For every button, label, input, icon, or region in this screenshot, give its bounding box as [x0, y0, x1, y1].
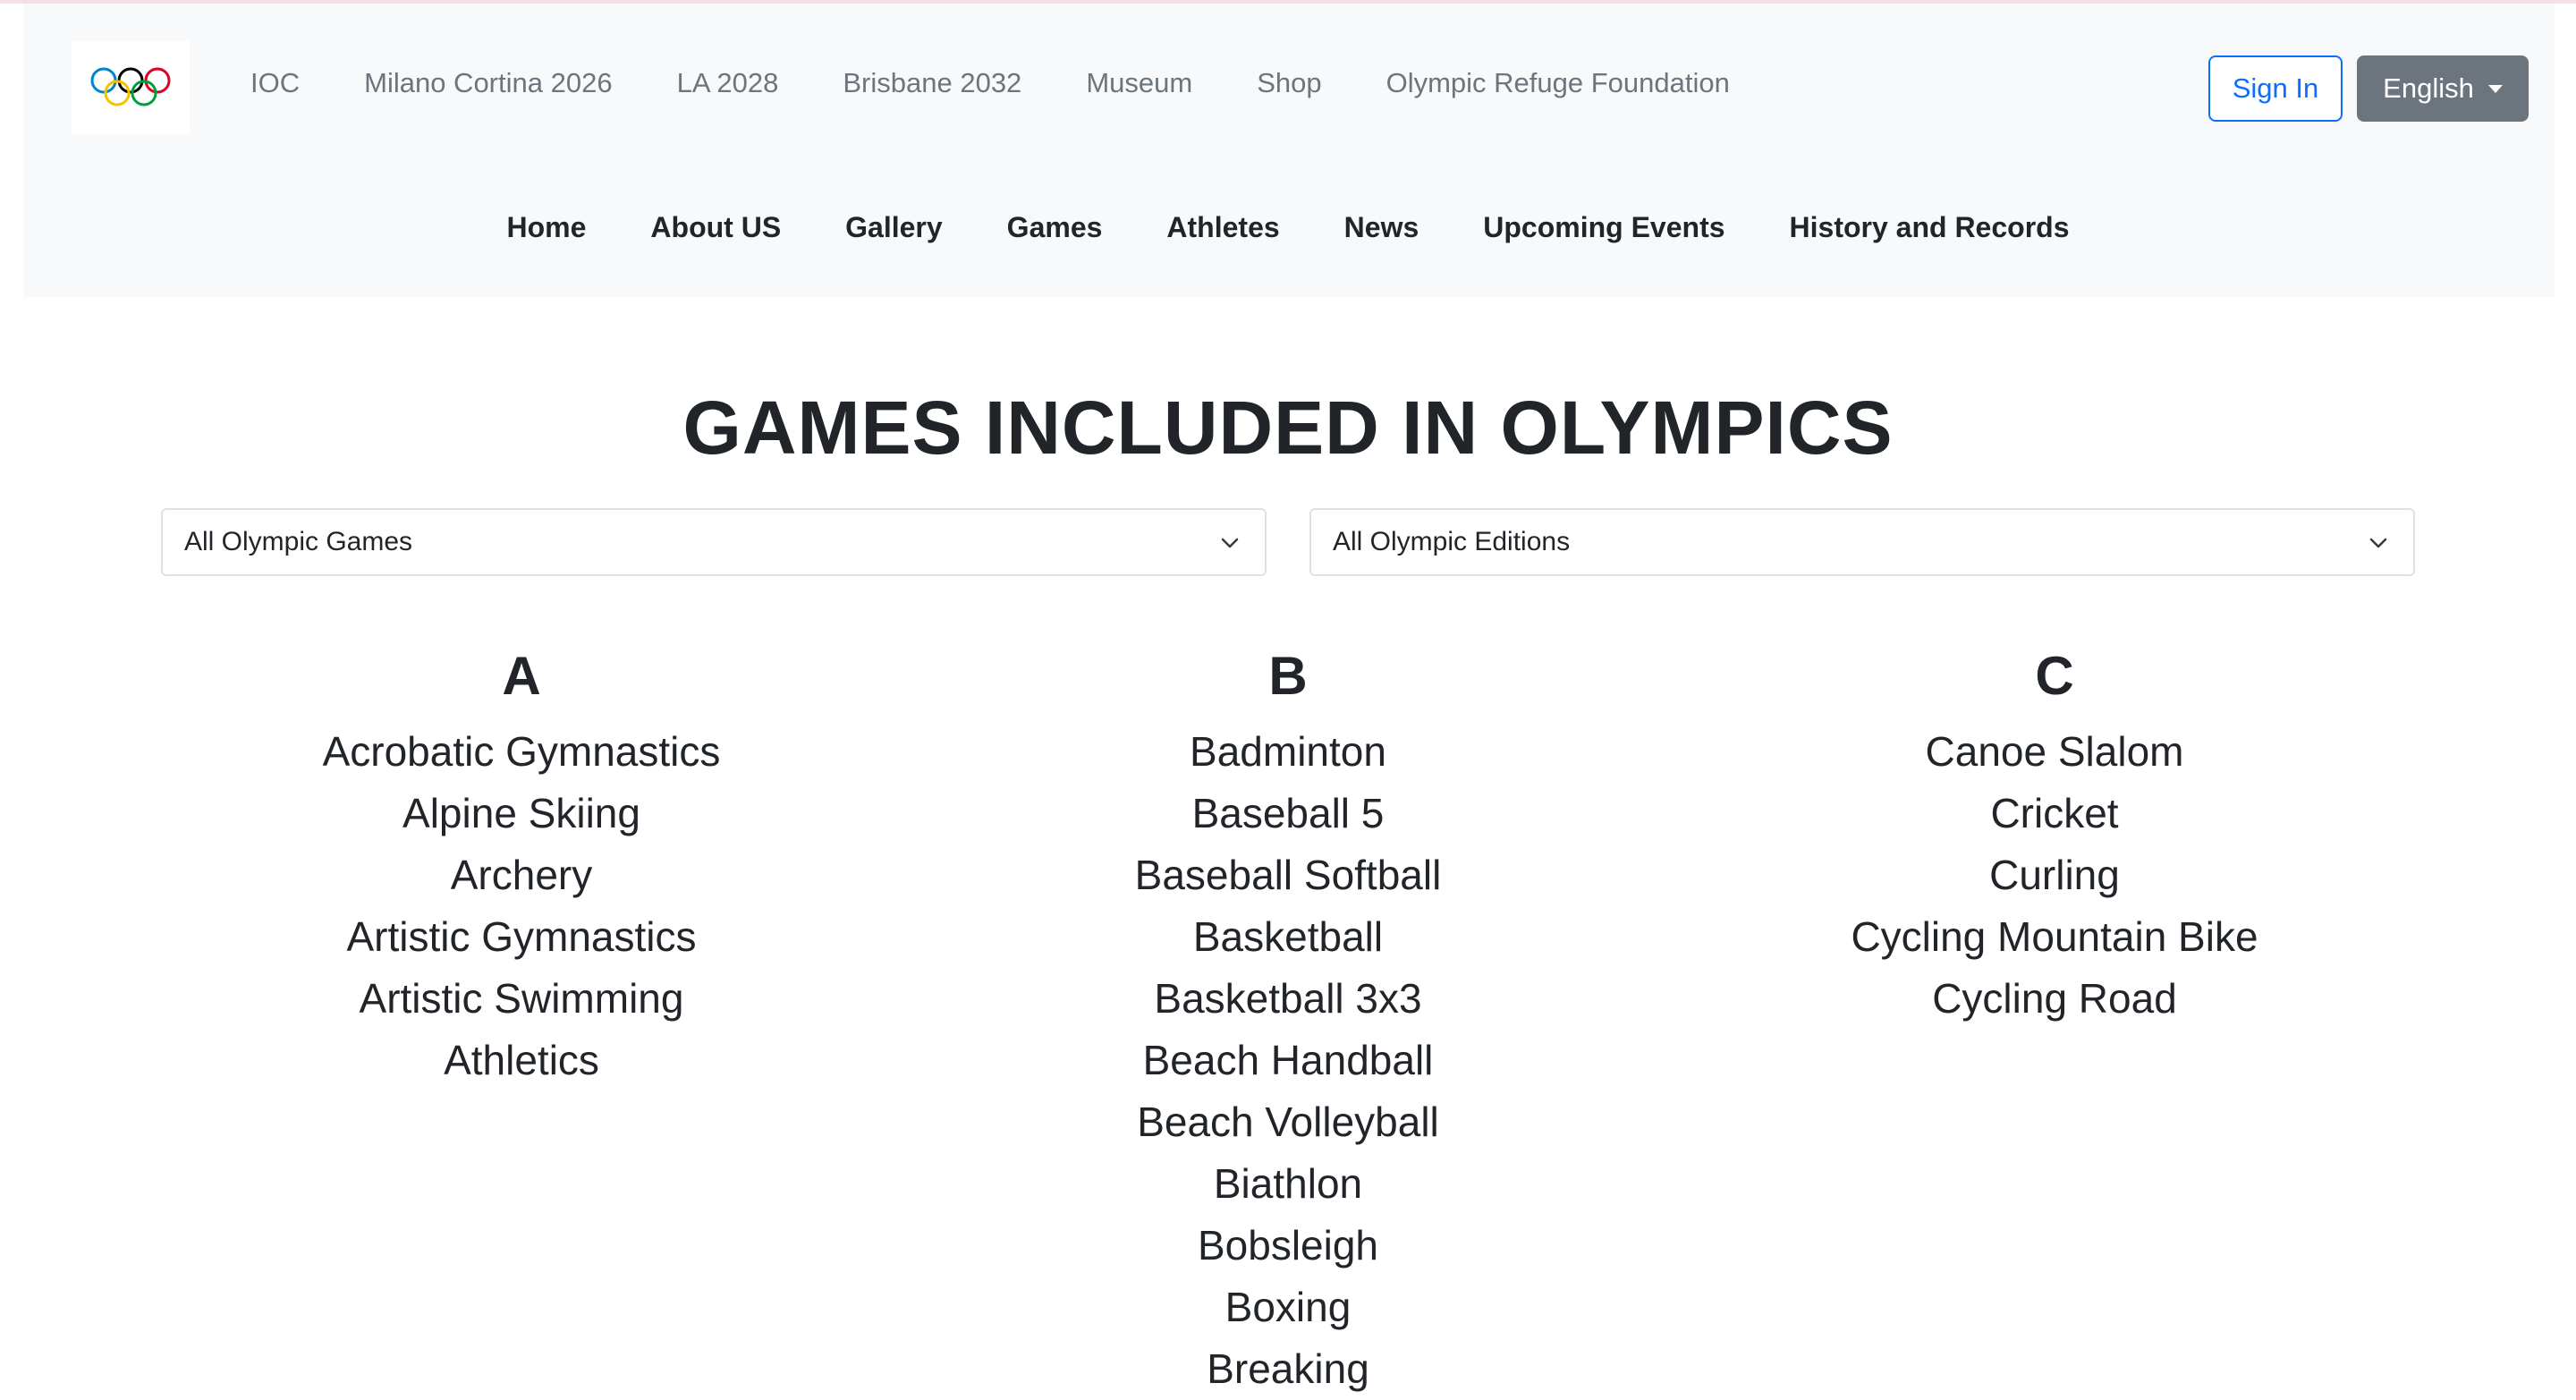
sport-item[interactable]: Canoe Slalom	[1670, 721, 2439, 783]
sport-item[interactable]: Artistic Swimming	[137, 968, 906, 1030]
caret-down-icon	[2487, 84, 2503, 93]
letter-heading: C	[2035, 646, 2074, 706]
sport-item[interactable]: Badminton	[903, 721, 1673, 783]
top-link-shop[interactable]: Shop	[1257, 67, 1321, 99]
sport-item[interactable]: Boxing	[903, 1277, 1673, 1338]
language-dropdown-button[interactable]: English	[2357, 55, 2529, 122]
sport-item[interactable]: Biathlon	[903, 1153, 1673, 1215]
chevron-down-icon	[1221, 538, 1239, 548]
nav-home[interactable]: Home	[507, 211, 587, 244]
top-link-olympic-refuge-foundation[interactable]: Olympic Refuge Foundation	[1386, 67, 1730, 99]
sport-item[interactable]: Basketball	[903, 906, 1673, 968]
sport-item[interactable]: Curling	[1670, 844, 2439, 906]
sport-item[interactable]: Breaking	[903, 1338, 1673, 1400]
sport-item[interactable]: Cycling Mountain Bike	[1670, 906, 2439, 968]
olympic-rings-icon	[90, 67, 171, 106]
games-filter-select[interactable]: All Olympic Games	[161, 508, 1267, 576]
letter-column-b: B Badminton Baseball 5 Baseball Softball…	[903, 641, 1673, 1400]
letter-heading: A	[502, 646, 541, 706]
nav-upcoming-events[interactable]: Upcoming Events	[1483, 211, 1724, 244]
main-nav: Home About US Gallery Games Athletes New…	[0, 211, 2576, 244]
sport-item[interactable]: Beach Handball	[903, 1030, 1673, 1091]
top-link-museum[interactable]: Museum	[1086, 67, 1192, 99]
editions-filter-value: All Olympic Editions	[1333, 527, 1571, 556]
chevron-down-icon	[2369, 538, 2387, 548]
nav-history-and-records[interactable]: History and Records	[1790, 211, 2070, 244]
letter-column-a: A Acrobatic Gymnastics Alpine Skiing Arc…	[137, 641, 906, 1091]
sport-item[interactable]: Cycling Road	[1670, 968, 2439, 1030]
games-filter-value: All Olympic Games	[184, 527, 413, 556]
language-label: English	[2383, 72, 2474, 104]
nav-games[interactable]: Games	[1007, 211, 1103, 244]
letter-heading: B	[1268, 646, 1308, 706]
sport-item[interactable]: Archery	[137, 844, 906, 906]
sport-item[interactable]: Bobsleigh	[903, 1215, 1673, 1277]
nav-athletes[interactable]: Athletes	[1166, 211, 1279, 244]
nav-news[interactable]: News	[1344, 211, 1419, 244]
sport-list: Acrobatic Gymnastics Alpine Skiing Arche…	[137, 721, 906, 1091]
site-header: IOC Milano Cortina 2026 LA 2028 Brisbane…	[23, 4, 2555, 297]
letter-column-c: C Canoe Slalom Cricket Curling Cycling M…	[1670, 641, 2439, 1030]
sport-item[interactable]: Baseball Softball	[903, 844, 1673, 906]
sport-item[interactable]: Baseball 5	[903, 783, 1673, 844]
editions-filter-select[interactable]: All Olympic Editions	[1309, 508, 2415, 576]
sport-item[interactable]: Cricket	[1670, 783, 2439, 844]
sport-list: Canoe Slalom Cricket Curling Cycling Mou…	[1670, 721, 2439, 1030]
olympic-rings-logo[interactable]	[72, 41, 190, 134]
nav-gallery[interactable]: Gallery	[845, 211, 943, 244]
top-link-ioc[interactable]: IOC	[250, 67, 300, 99]
top-links: IOC Milano Cortina 2026 LA 2028 Brisbane…	[250, 67, 1794, 99]
sport-item[interactable]: Acrobatic Gymnastics	[137, 721, 906, 783]
top-link-brisbane-2032[interactable]: Brisbane 2032	[843, 67, 1021, 99]
sport-item[interactable]: Artistic Gymnastics	[137, 906, 906, 968]
sport-list: Badminton Baseball 5 Baseball Softball B…	[903, 721, 1673, 1400]
top-link-la-2028[interactable]: LA 2028	[677, 67, 779, 99]
sport-item[interactable]: Athletics	[137, 1030, 906, 1091]
page: IOC Milano Cortina 2026 LA 2028 Brisbane…	[0, 0, 2576, 1394]
sport-item[interactable]: Basketball 3x3	[903, 968, 1673, 1030]
sign-in-button[interactable]: Sign In	[2208, 55, 2343, 122]
nav-about-us[interactable]: About US	[650, 211, 781, 244]
top-link-milano-cortina-2026[interactable]: Milano Cortina 2026	[364, 67, 612, 99]
sport-item[interactable]: Alpine Skiing	[137, 783, 906, 844]
page-title: GAMES INCLUDED IN OLYMPICS	[682, 386, 1894, 470]
sport-item[interactable]: Beach Volleyball	[903, 1091, 1673, 1153]
